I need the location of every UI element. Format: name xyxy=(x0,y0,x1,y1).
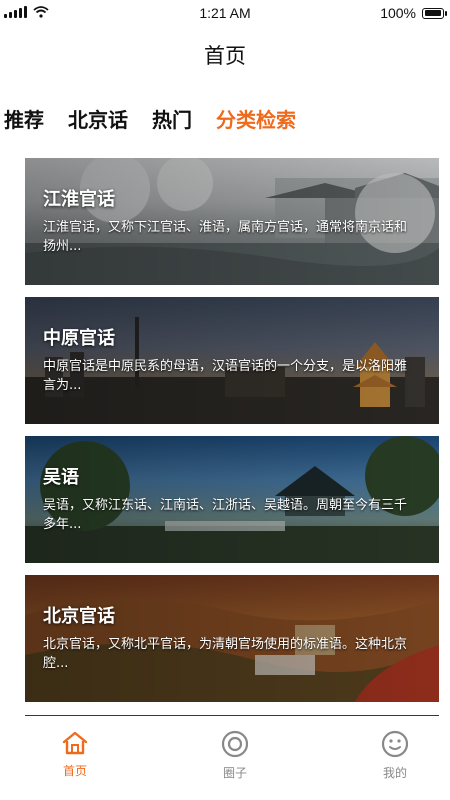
battery-level xyxy=(424,10,441,16)
battery-icon xyxy=(422,7,447,19)
card-description: 北京官话，又称北平官话，为清朝官场使用的标准语。这种北京腔... xyxy=(43,637,408,671)
tab-circle[interactable]: 圈子 xyxy=(195,730,275,781)
circle-icon xyxy=(221,730,249,758)
card-title: 吴语 xyxy=(43,467,79,488)
tab-category-search[interactable]: 分类检索 xyxy=(216,104,296,133)
content-divider xyxy=(25,715,439,716)
card-title: 江淮官话 xyxy=(43,189,115,210)
dialect-card-zhongyuan[interactable]: 中原官话 中原官话是中原民系的母语，汉语官话的一个分支，是以洛阳雅言为... xyxy=(25,297,439,424)
card-description: 中原官话是中原民系的母语，汉语官话的一个分支，是以洛阳雅言为... xyxy=(43,359,408,393)
card-description: 吴语，又称江东话、江南话、江浙话、吴越语。周朝至今有三千多年... xyxy=(43,498,408,532)
tab-circle-label: 圈子 xyxy=(222,766,247,780)
card-title: 中原官话 xyxy=(43,328,115,349)
tab-me[interactable]: 我的 xyxy=(355,730,435,781)
status-right: 100% xyxy=(380,5,447,21)
card-description: 江淮官话，又称下江官话、淮语，属南方官话，通常将南京话和扬州... xyxy=(43,220,408,254)
tab-beijing-dialect[interactable]: 北京话 xyxy=(68,104,128,133)
battery-percent: 100% xyxy=(380,5,416,21)
bottom-tab-bar: 首页 圈子 我的 xyxy=(0,718,450,800)
tab-home[interactable]: 首页 xyxy=(35,730,115,779)
tab-popular[interactable]: 热门 xyxy=(152,104,192,133)
tab-home-label: 首页 xyxy=(62,764,87,778)
dialect-card-wu[interactable]: 吴语 吴语，又称江东话、江南话、江浙话、吴越语。周朝至今有三千多年... xyxy=(25,436,439,563)
tab-recommend[interactable]: 推荐 xyxy=(4,104,44,133)
status-bar: 1:21 AM 100% xyxy=(0,0,450,28)
dialect-card-beijing[interactable]: 北京官话 北京官话，又称北平官话，为清朝官场使用的标准语。这种北京腔... xyxy=(25,575,439,702)
home-icon xyxy=(62,731,88,755)
dialect-card-list: 江淮官话 江淮官话，又称下江官话、淮语，属南方官话，通常将南京话和扬州... 中… xyxy=(25,158,439,714)
page-title: 首页 xyxy=(204,44,246,68)
smiley-icon xyxy=(381,730,409,758)
category-tabs: 推荐 北京话 热门 分类检索 xyxy=(4,104,296,133)
card-title: 北京官话 xyxy=(43,606,115,627)
tab-me-label: 我的 xyxy=(382,766,407,780)
dialect-card-jianghuai[interactable]: 江淮官话 江淮官话，又称下江官话、淮语，属南方官话，通常将南京话和扬州... xyxy=(25,158,439,285)
